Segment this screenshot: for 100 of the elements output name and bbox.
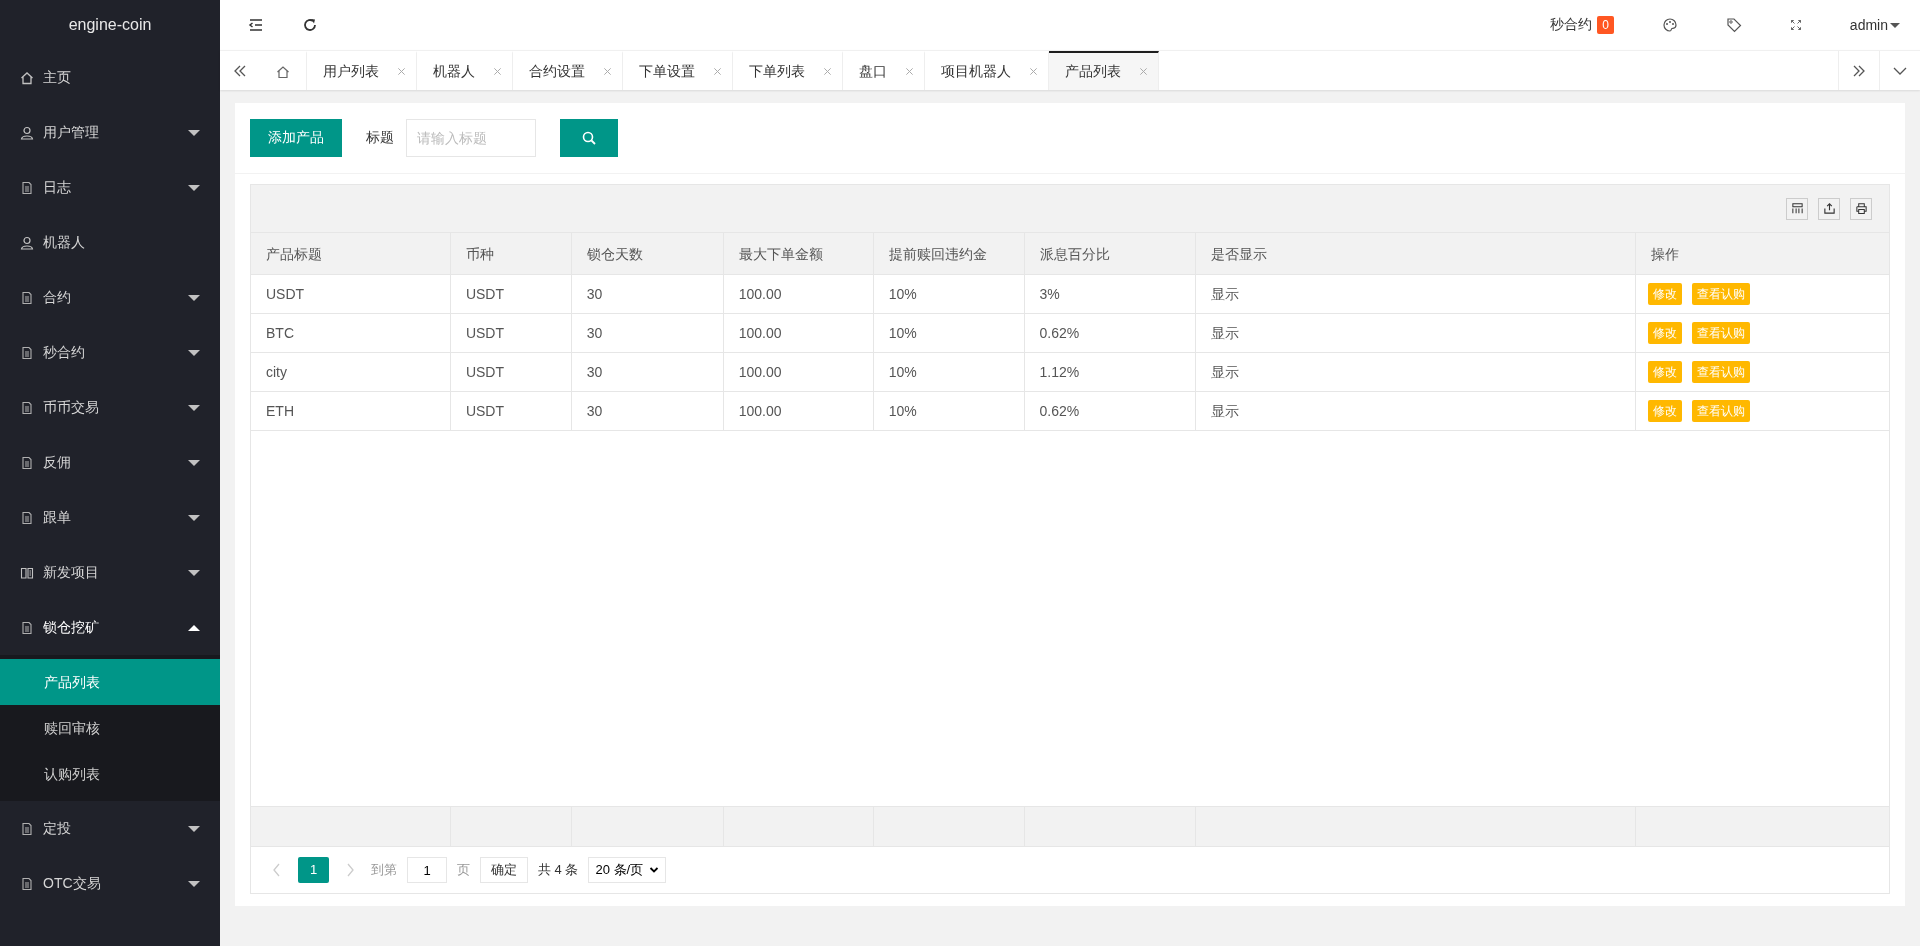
document-icon [20, 345, 34, 360]
sidebar-item[interactable]: 定投 [0, 801, 220, 856]
export-button[interactable] [1818, 197, 1840, 220]
sidebar-item[interactable]: 锁仓挖矿 [0, 600, 220, 655]
columns-icon [1790, 202, 1804, 215]
sidebar-item[interactable]: 币币交易 [0, 380, 220, 435]
caret-icon [649, 865, 660, 875]
sidebar-subitem[interactable]: 产品列表 [0, 659, 220, 705]
table-cell: 显示 [1196, 353, 1637, 392]
next-page-icon[interactable] [345, 862, 355, 878]
table-cell: USDT [450, 314, 572, 353]
table-cell: 100.00 [723, 314, 874, 353]
table-cell: 3% [1024, 275, 1197, 314]
sidebar-item[interactable]: 秒合约 [0, 325, 220, 380]
user-icon [20, 235, 34, 250]
previous-page-icon[interactable] [272, 862, 282, 878]
page-size-select[interactable]: 20 条/页 [588, 857, 667, 883]
table-cell: 100.00 [723, 353, 874, 392]
sidebar-item[interactable]: 用户管理 [0, 105, 220, 160]
menu-icon[interactable] [248, 17, 264, 33]
notice-label[interactable]: 秒合约 [1550, 16, 1593, 34]
sidebar-subitem[interactable]: 认购列表 [0, 751, 220, 797]
sidebar-item[interactable]: 反佣 [0, 435, 220, 490]
user-menu[interactable]: admin [1849, 17, 1900, 33]
sidebar-item[interactable]: 日志 [0, 160, 220, 215]
add-product-button[interactable]: 添加产品 [250, 119, 342, 157]
book-icon [20, 565, 34, 580]
caret-icon [188, 459, 200, 466]
page-tab[interactable]: 用户列表 [307, 51, 417, 90]
home-icon [20, 70, 34, 85]
sidebar-item[interactable]: 新发项目 [0, 545, 220, 600]
palette-icon[interactable] [1661, 17, 1678, 33]
table-cell: 30 [571, 353, 724, 392]
close-icon[interactable] [1029, 67, 1038, 76]
sidebar-subitem[interactable]: 赎回审核 [0, 705, 220, 751]
refresh-icon[interactable] [302, 17, 318, 33]
print-button[interactable] [1850, 197, 1872, 220]
document-icon [20, 876, 34, 891]
document-icon [20, 180, 34, 195]
sidebar-item[interactable]: OTC交易 [0, 856, 220, 911]
table-cell: 100.00 [723, 392, 874, 431]
column-header: 币种 [450, 233, 572, 275]
page-tab[interactable]: 产品列表 [1049, 51, 1159, 90]
page-tab[interactable]: 下单设置 [623, 51, 733, 90]
table-cell: 显示 [1196, 275, 1637, 314]
document-icon [20, 455, 34, 470]
table-cell: BTC [251, 314, 451, 353]
page-tab[interactable]: 合约设置 [513, 51, 623, 90]
print-icon [1854, 202, 1868, 215]
table-cell: 0.62% [1024, 392, 1197, 431]
table-cell: 30 [571, 314, 724, 353]
search-button[interactable] [560, 119, 618, 157]
table-cell: 显示 [1196, 314, 1637, 353]
caret-icon [188, 294, 200, 301]
fullscreen-icon[interactable] [1789, 19, 1802, 31]
sidebar-item[interactable]: 跟单 [0, 490, 220, 545]
close-icon[interactable] [603, 67, 612, 76]
filter-label: 标题 [366, 129, 394, 147]
close-icon[interactable] [905, 67, 914, 76]
columns-button[interactable] [1786, 197, 1808, 220]
close-icon[interactable] [823, 67, 832, 76]
close-icon[interactable] [713, 67, 722, 76]
close-icon[interactable] [1139, 67, 1148, 76]
goto-label: 到第 [371, 861, 397, 879]
column-header: 派息百分比 [1024, 233, 1197, 275]
page-unit-label: 页 [457, 861, 470, 879]
document-icon [20, 400, 34, 415]
caret-icon [188, 624, 200, 631]
page-tab[interactable]: 下单列表 [733, 51, 843, 90]
close-icon[interactable] [397, 67, 406, 76]
caret-icon [188, 880, 200, 887]
caret-icon [188, 514, 200, 521]
caret-icon [188, 349, 200, 356]
column-header: 最大下单金额 [723, 233, 874, 275]
table-cell: 10% [873, 353, 1025, 392]
table-cell: ETH [251, 392, 451, 431]
home-icon [276, 64, 290, 79]
table-cell: 显示 [1196, 392, 1637, 431]
table-cell: USDT [450, 275, 572, 314]
table-cell: 30 [571, 275, 724, 314]
table-cell: 100.00 [723, 275, 874, 314]
document-icon [20, 821, 34, 836]
page-tab[interactable]: 盘口 [843, 51, 925, 90]
table-cell: city [251, 353, 451, 392]
sidebar-item[interactable]: 合约 [0, 270, 220, 325]
confirm-button[interactable]: 确定 [480, 857, 528, 883]
sidebar-item[interactable]: 主页 [0, 50, 220, 105]
sidebar-item[interactable]: 机器人 [0, 215, 220, 270]
caret-icon [188, 184, 200, 191]
page-input-field[interactable]: 1 [407, 857, 447, 883]
page-tab[interactable]: 机器人 [417, 51, 513, 90]
tag-icon[interactable] [1725, 17, 1742, 33]
title-input-field[interactable]: 请输入标题 [406, 119, 536, 157]
table-cell: USDT [251, 275, 451, 314]
total-count: 共 4 条 [538, 861, 579, 879]
table-cell: 0.62% [1024, 314, 1197, 353]
close-icon[interactable] [493, 67, 502, 76]
table-cell: 10% [873, 275, 1025, 314]
page-number[interactable]: 1 [298, 857, 329, 883]
caret-icon [188, 569, 200, 576]
